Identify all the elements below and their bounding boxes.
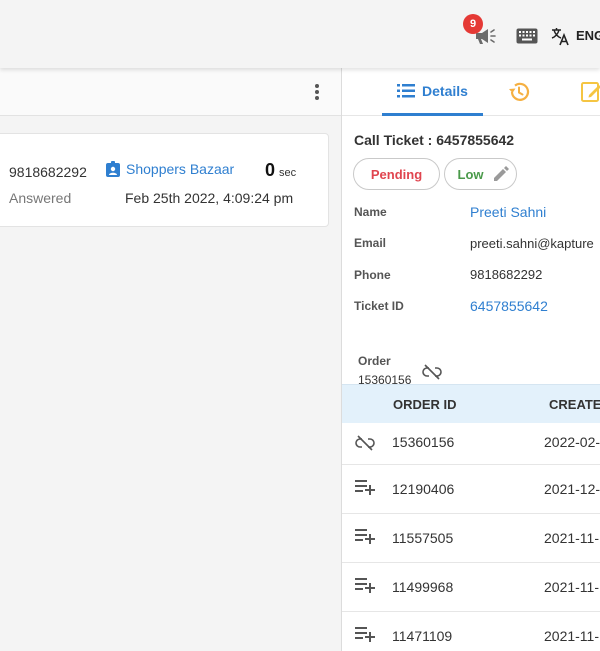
tab-details[interactable]: Details	[382, 68, 483, 116]
language-selector[interactable]: ENG	[576, 28, 600, 43]
shop-link[interactable]: Shoppers Bazaar	[106, 161, 234, 177]
ticket-title: Call Ticket : 6457855642	[354, 132, 515, 148]
duration-unit: sec	[279, 167, 297, 179]
unlink-icon[interactable]	[422, 363, 442, 381]
field-label-ticket-id: Ticket ID	[354, 299, 404, 313]
order-created: 2021-12-	[544, 481, 600, 497]
field-value-name[interactable]: Preeti Sahni	[470, 204, 546, 220]
order-id: 11471109	[392, 628, 453, 644]
call-datetime: Feb 25th 2022, 4:09:24 pm	[125, 190, 294, 206]
table-row[interactable]: 11471109 2021-11-	[342, 612, 600, 651]
more-options-icon[interactable]	[310, 81, 324, 103]
order-id: 11557505	[392, 530, 454, 546]
table-row[interactable]: 15360156 2022-02-	[342, 423, 600, 465]
keyboard-icon[interactable]	[515, 26, 539, 46]
field-label-email: Email	[354, 236, 387, 250]
status-chip[interactable]: Pending	[353, 158, 440, 190]
field-value-ticket-id[interactable]: 6457855642	[470, 298, 548, 314]
order-id: 11499968	[392, 579, 454, 595]
list-icon	[397, 83, 416, 97]
call-duration: 0 sec	[265, 160, 296, 181]
order-id: 15360156	[392, 434, 455, 450]
top-bar: 9 ENG	[0, 0, 600, 68]
ticket-pane: Details Call Ticket : 6457855642 Pending…	[342, 68, 600, 651]
table-row[interactable]: 12190406 2021-12-	[342, 465, 600, 514]
calls-pane: 9818682292 Answered Shoppers Bazaar 0 se…	[0, 68, 341, 651]
order-label: Order	[358, 354, 391, 368]
table-row[interactable]: 11499968 2021-11-	[342, 563, 600, 612]
calls-header	[0, 68, 341, 116]
table-row[interactable]: 11557505 2021-11-	[342, 514, 600, 563]
priority-label: Low	[457, 166, 484, 182]
order-created: 2021-11-	[544, 628, 600, 644]
notes-icon[interactable]	[580, 80, 600, 104]
column-header-order-id[interactable]: ORDER ID	[393, 397, 457, 412]
shop-name: Shoppers Bazaar	[126, 161, 235, 177]
field-label-name: Name	[354, 205, 387, 219]
edit-pencil-icon[interactable]	[492, 165, 510, 183]
call-card[interactable]: 9818682292 Answered Shoppers Bazaar 0 se…	[0, 133, 329, 227]
orders-table-header: ORDER ID CREATE	[342, 384, 600, 423]
contact-badge-icon	[106, 161, 120, 177]
priority-chip[interactable]: Low	[444, 158, 517, 190]
call-phone: 9818682292	[9, 164, 87, 180]
field-label-phone: Phone	[354, 268, 391, 282]
playlist-add-icon[interactable]	[355, 528, 375, 546]
field-value-phone: 9818682292	[470, 267, 543, 282]
unlink-icon[interactable]	[355, 434, 375, 452]
order-created: 2022-02-	[544, 434, 600, 450]
order-id: 12190406	[392, 481, 455, 497]
duration-value: 0	[265, 160, 276, 180]
ticket-tabs: Details	[342, 68, 600, 116]
order-created: 2021-11-	[544, 530, 600, 546]
history-icon[interactable]	[507, 80, 531, 104]
playlist-add-icon[interactable]	[355, 626, 375, 644]
order-created: 2021-11-	[544, 579, 600, 595]
playlist-add-icon[interactable]	[355, 479, 375, 497]
translate-icon[interactable]	[549, 25, 571, 47]
notification-badge[interactable]: 9	[463, 14, 483, 34]
field-value-email: preeti.sahni@kapture	[470, 236, 594, 251]
tab-details-label: Details	[422, 82, 468, 99]
call-status: Answered	[9, 190, 72, 206]
column-header-created[interactable]: CREATE	[549, 397, 600, 412]
playlist-add-icon[interactable]	[355, 577, 375, 595]
